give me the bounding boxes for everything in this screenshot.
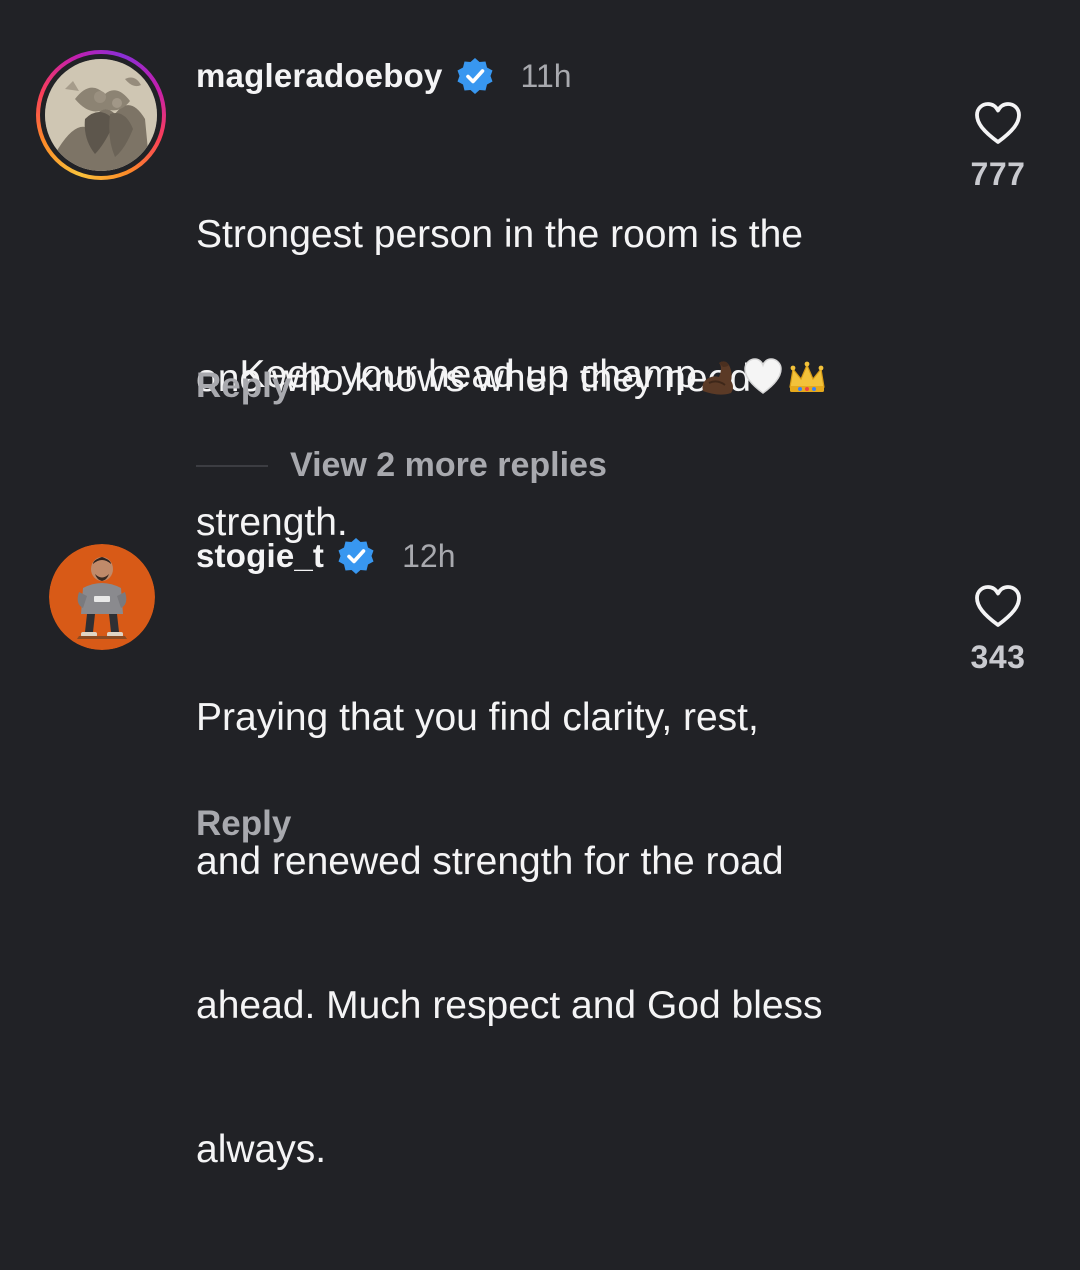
view-more-replies-label[interactable]: View 2 more replies <box>290 446 607 485</box>
reply-button[interactable]: Reply <box>196 804 291 844</box>
comment-body-second-paragraph: Keep your head up champ <box>196 303 936 447</box>
username[interactable]: stogie_t <box>196 537 324 575</box>
emoji-group <box>697 355 829 399</box>
story-ring-avatar[interactable] <box>36 50 166 180</box>
comment-line: Keep your head up champ <box>239 353 697 396</box>
flexed-biceps-icon <box>702 361 733 395</box>
verified-badge-icon <box>338 538 374 574</box>
like-control: 343 <box>960 583 1036 676</box>
like-count: 343 <box>970 639 1026 675</box>
timestamp: 11h <box>520 57 572 94</box>
comment-line: ahead. Much respect and God bless <box>196 984 823 1027</box>
comment-header: stogie_t 12h <box>196 532 456 580</box>
comment-body: Praying that you find clarity, rest, and… <box>196 598 936 1270</box>
crown-icon <box>789 361 825 392</box>
view-more-replies[interactable]: View 2 more replies <box>196 446 607 485</box>
username[interactable]: magleradoeboy <box>196 57 443 95</box>
heart-icon[interactable] <box>973 100 1023 146</box>
divider-line <box>196 464 268 467</box>
comment-header: magleradoeboy 11h <box>196 52 572 100</box>
comment-line: Praying that you find clarity, rest, <box>196 696 759 739</box>
white-heart-icon <box>744 357 782 394</box>
avatar <box>45 59 157 171</box>
comment-line: and renewed strength for the road <box>196 840 784 883</box>
avatar[interactable] <box>49 544 155 650</box>
heart-icon[interactable] <box>973 583 1023 629</box>
timestamp: 12h <box>402 537 456 574</box>
comment-line: always. <box>196 1128 327 1171</box>
like-count: 777 <box>970 156 1026 192</box>
verified-badge-icon <box>457 58 493 94</box>
like-control: 777 <box>960 100 1036 193</box>
reply-button[interactable]: Reply <box>196 366 291 406</box>
comment-line: Strongest person in the room is the <box>196 213 803 256</box>
cartoon-man-orange-avatar <box>49 544 155 650</box>
engraving-artwork-avatar <box>45 59 157 171</box>
